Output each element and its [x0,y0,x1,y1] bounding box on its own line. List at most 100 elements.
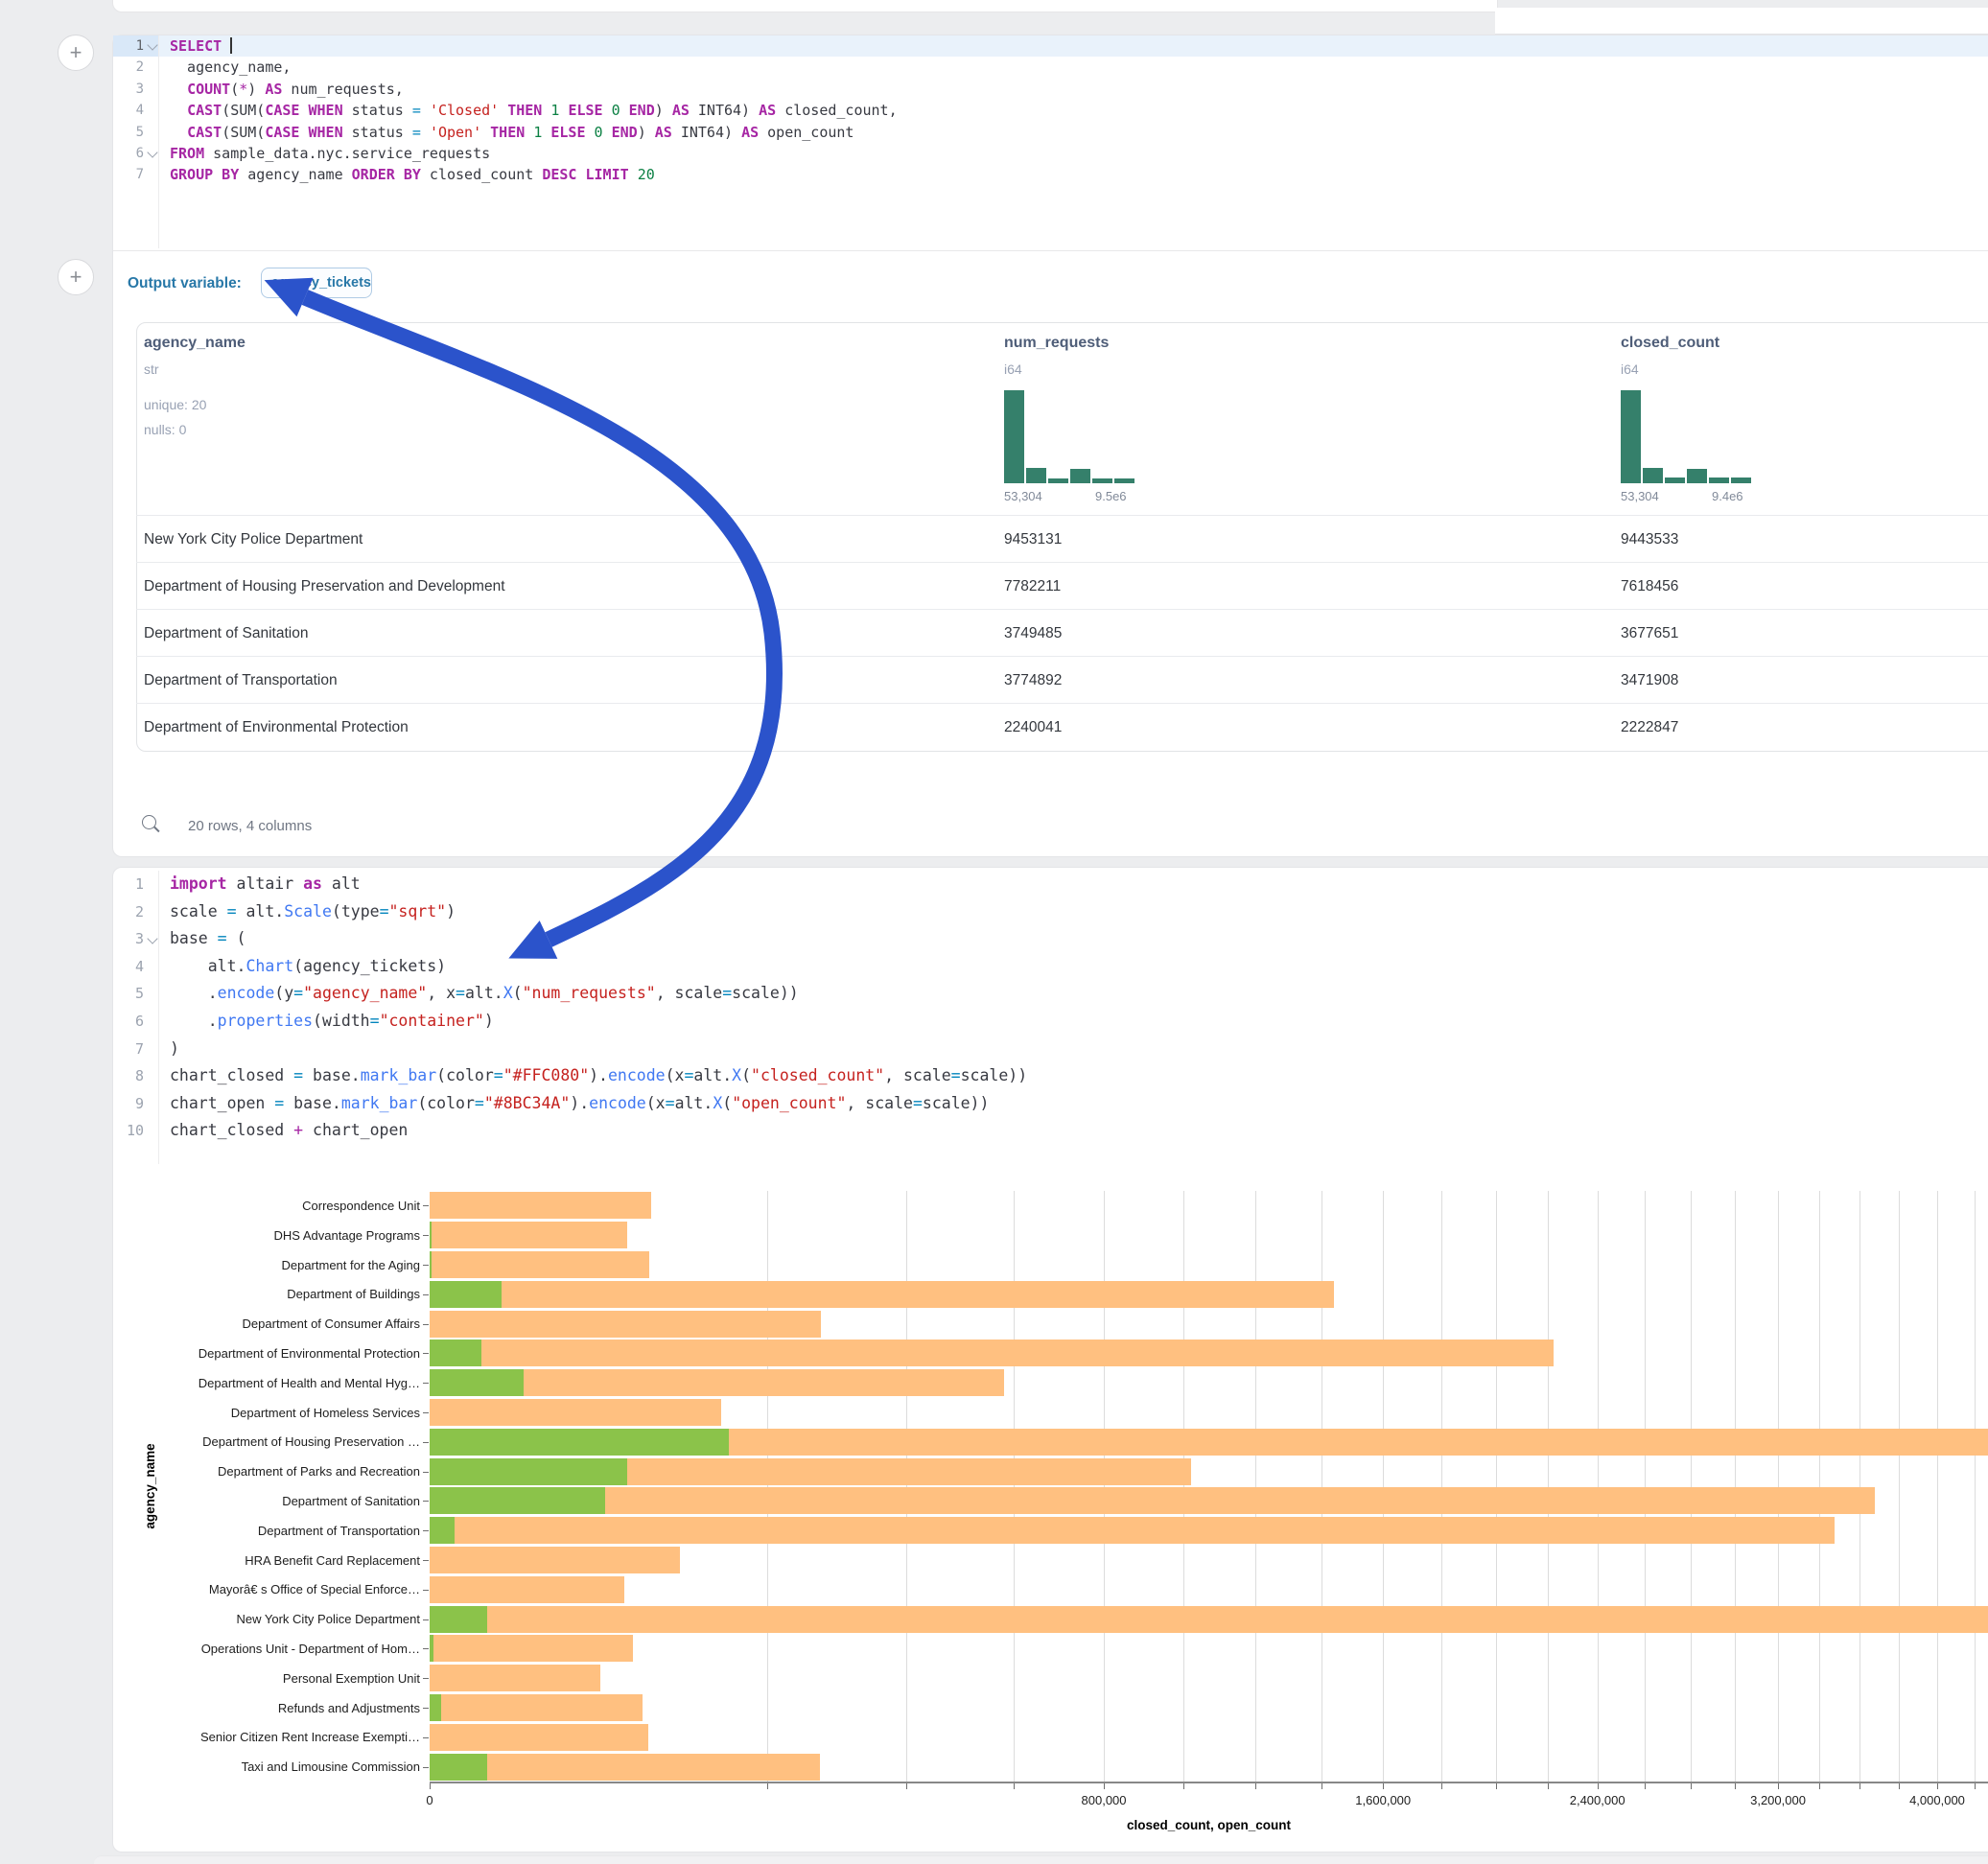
table-row: Department of Sanitation 3749485 3677651 [136,609,1988,657]
line-number: 6 [107,143,144,164]
bar-open-count [430,1222,432,1248]
column-header-closed_count[interactable]: closed_count [1621,335,1719,352]
y-axis-tick [423,1472,429,1473]
line-number: 2 [107,898,144,926]
bar-closed-count [430,1547,680,1573]
code-line[interactable]: chart_closed + chart_open [170,1117,408,1145]
column-header-num_requests[interactable]: num_requests [1004,335,1109,352]
bar-closed-count [430,1694,643,1721]
bar-closed-count [430,1606,1988,1633]
bar-closed-count [430,1754,820,1781]
code-line[interactable]: import altair as alt [170,871,361,898]
y-axis-title: agency_name [143,1371,162,1601]
code-line[interactable]: scale = alt.Scale(type="sqrt") [170,898,456,926]
histogram-min-label: 53,304 [1621,489,1659,503]
histogram-bar [1709,478,1729,483]
gridline [1778,1191,1779,1782]
x-axis-tick [1598,1783,1599,1789]
cell-agency-name: Department of Transportation [144,657,338,704]
line-number: 3 [107,925,144,953]
cell-closed-count: 3677651 [1621,610,1678,657]
code-line[interactable]: SELECT [170,35,232,57]
y-axis-label: Department of Consumer Affairs [115,1316,420,1331]
code-line[interactable]: base = ( [170,925,246,953]
cell-closed-count: 7618456 [1621,563,1678,610]
x-axis-tick [1859,1783,1860,1789]
x-axis-tick-label: 1,600,000 [1355,1793,1411,1807]
y-axis-tick [423,1442,429,1443]
code-line[interactable]: agency_name, [170,57,291,78]
y-axis-label: Department of Environmental Protection [115,1346,420,1361]
add-cell-button-top[interactable]: + [58,35,94,71]
gridline [1321,1191,1322,1782]
add-cell-button-middle[interactable]: + [58,259,94,295]
cell-num-requests: 2240041 [1004,704,1062,751]
code-line[interactable]: .properties(width="container") [170,1008,494,1036]
x-axis-tick [430,1783,431,1789]
gridline [1859,1191,1860,1782]
x-axis-tick-label: 2,400,000 [1570,1793,1625,1807]
bar-closed-count [430,1576,624,1603]
column-header-agency_name[interactable]: agency_name [144,335,246,352]
code-line[interactable]: GROUP BY agency_name ORDER BY closed_cou… [170,164,655,185]
y-axis-tick [423,1648,429,1649]
bar-closed-count [430,1281,1334,1308]
y-axis-tick [423,1205,429,1206]
bar-closed-count [430,1251,649,1278]
bar-closed-count [430,1311,821,1338]
cell-closed-count: 9443533 [1621,516,1678,563]
gridline [1183,1191,1184,1782]
code-line[interactable]: chart_open = base.mark_bar(color="#8BC34… [170,1090,989,1118]
x-axis-tick [1383,1783,1384,1789]
code-line[interactable]: .encode(y="agency_name", x=alt.X("num_re… [170,980,799,1008]
y-axis-tick [423,1412,429,1413]
gridline [1937,1191,1938,1782]
gridline [1735,1191,1736,1782]
bar-closed-count [430,1222,627,1248]
cell-num-requests: 7782211 [1004,563,1061,610]
y-axis-tick [423,1560,429,1561]
cell-num-requests: 3749485 [1004,610,1062,657]
code-line[interactable]: chart_closed = base.mark_bar(color="#FFC… [170,1062,1027,1090]
code-line[interactable]: COUNT(*) AS num_requests, [170,79,404,100]
cell-closed-count: 3471908 [1621,657,1678,704]
code-line[interactable]: FROM sample_data.nyc.service_requests [170,143,490,164]
x-axis-tick [1691,1783,1692,1789]
bar-closed-count [430,1340,1554,1366]
y-axis-tick [423,1619,429,1620]
table-search-button[interactable] [142,815,165,838]
x-axis-tick [1975,1783,1976,1789]
previous-cell-strip-right [1495,8,1988,35]
histogram-bar [1665,478,1685,483]
code-line[interactable]: CAST(SUM(CASE WHEN status = 'Closed' THE… [170,100,898,121]
y-axis-label: Correspondence Unit [115,1199,420,1213]
bar-closed-count [430,1399,721,1426]
next-cell-strip [94,1855,1988,1864]
bar-closed-count [430,1724,648,1751]
gridline [906,1191,907,1782]
gridline [1899,1191,1900,1782]
code-line[interactable]: alt.Chart(agency_tickets) [170,953,446,981]
y-axis-tick [423,1265,429,1266]
bar-closed-count [430,1192,651,1219]
histogram-bar [1092,478,1112,483]
histogram-bar [1621,390,1641,483]
output-variable-chip[interactable]: agency_tickets [261,268,372,298]
line-number: 10 [107,1117,144,1145]
x-axis-tick [1819,1783,1820,1789]
chart-plot-area [430,1191,1988,1782]
x-axis-tick-label: 800,000 [1082,1793,1127,1807]
code-line[interactable]: ) [170,1036,179,1063]
code-line[interactable]: CAST(SUM(CASE WHEN status = 'Open' THEN … [170,122,854,143]
y-axis-label: DHS Advantage Programs [115,1228,420,1243]
histogram-bar [1048,478,1068,483]
gridline [1255,1191,1256,1782]
gridline [1975,1191,1976,1782]
x-axis-tick [1645,1783,1646,1789]
cell-agency-name: Department of Sanitation [144,610,308,657]
x-axis-tick-label: 4,000,000 [1909,1793,1965,1807]
bar-open-count [430,1340,481,1366]
gridline [1645,1191,1646,1782]
gridline [1441,1191,1442,1782]
bar-open-count [430,1369,524,1396]
